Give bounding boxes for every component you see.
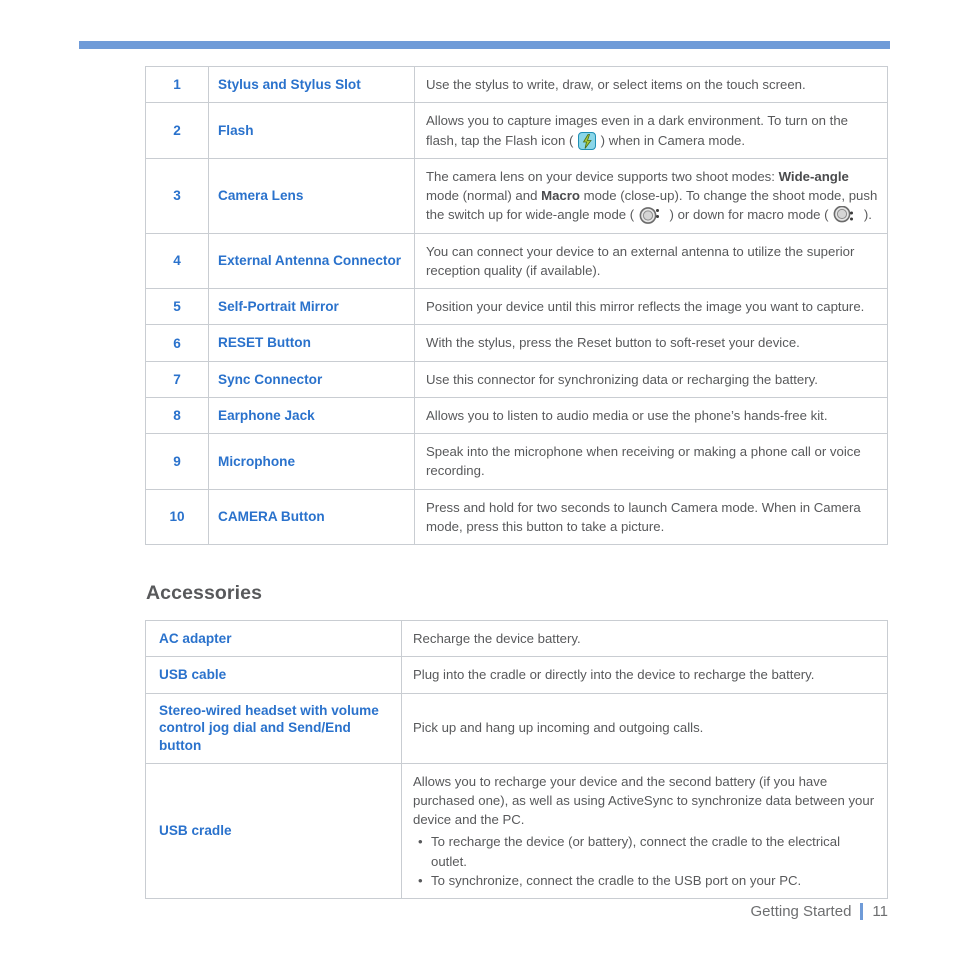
feature-description-text: mode (normal) and bbox=[426, 188, 542, 204]
feature-number: 1 bbox=[145, 65, 209, 104]
feature-emphasis: Macro bbox=[541, 188, 580, 204]
feature-name: Camera Lens bbox=[208, 157, 415, 234]
accessory-description: Recharge the device battery. bbox=[401, 619, 888, 658]
feature-number: 3 bbox=[145, 157, 209, 234]
feature-description: You can connect your device to an extern… bbox=[414, 232, 888, 290]
feature-description: Allows you to listen to audio media or u… bbox=[414, 396, 888, 435]
table-row: 10 CAMERA Button Press and hold for two … bbox=[145, 488, 888, 546]
accessory-name: USB cable bbox=[145, 656, 402, 694]
page-footer: Getting Started 11 bbox=[751, 903, 888, 920]
feature-description: With the stylus, press the Reset button … bbox=[414, 324, 888, 362]
manual-page: 1 Stylus and Stylus Slot Use the stylus … bbox=[0, 0, 954, 954]
table-row: AC adapter Recharge the device battery. bbox=[145, 619, 888, 658]
feature-name: Self-Portrait Mirror bbox=[208, 288, 415, 326]
feature-emphasis: Wide-angle bbox=[778, 168, 849, 184]
table-row: USB cable Plug into the cradle or direct… bbox=[145, 656, 888, 694]
feature-description: Speak into the microphone when receiving… bbox=[414, 433, 888, 490]
table-row: 9 Microphone Speak into the microphone w… bbox=[145, 433, 888, 490]
feature-description-text: ) when in Camera mode. bbox=[597, 132, 746, 148]
feature-description: Allows you to capture images even in a d… bbox=[414, 102, 888, 159]
feature-description-text: The camera lens on your device supports … bbox=[426, 168, 779, 184]
feature-name: CAMERA Button bbox=[208, 488, 415, 546]
device-features-table: 1 Stylus and Stylus Slot Use the stylus … bbox=[145, 65, 888, 546]
feature-description: Press and hold for two seconds to launch… bbox=[414, 488, 888, 546]
accessory-description: Plug into the cradle or directly into th… bbox=[401, 656, 888, 694]
header-accent-rule bbox=[79, 41, 890, 49]
feature-number: 6 bbox=[145, 324, 209, 362]
table-row: 2 Flash Allows you to capture images eve… bbox=[145, 102, 888, 159]
feature-name: Flash bbox=[208, 102, 415, 159]
feature-description: The camera lens on your device supports … bbox=[414, 157, 888, 234]
feature-description-text: ) or down for macro mode ( bbox=[665, 207, 833, 223]
feature-name: External Antenna Connector bbox=[208, 232, 415, 290]
feature-number: 4 bbox=[145, 232, 209, 290]
accessory-bullet-list: To recharge the device (or battery), con… bbox=[413, 832, 879, 890]
feature-number: 5 bbox=[145, 288, 209, 326]
accessories-table: AC adapter Recharge the device battery. … bbox=[145, 619, 888, 900]
feature-description-text: ). bbox=[860, 207, 872, 223]
feature-description: Position your device until this mirror r… bbox=[414, 288, 888, 326]
feature-description: Use the stylus to write, draw, or select… bbox=[414, 65, 888, 104]
feature-name: RESET Button bbox=[208, 324, 415, 362]
accessory-name: Stereo-wired headset with volume control… bbox=[145, 692, 402, 764]
macro-switch-icon bbox=[833, 205, 859, 224]
feature-name: Sync Connector bbox=[208, 360, 415, 398]
feature-number: 2 bbox=[145, 102, 209, 159]
footer-page-number: 11 bbox=[872, 903, 888, 920]
feature-number: 10 bbox=[145, 488, 209, 546]
table-row: 3 Camera Lens The camera lens on your de… bbox=[145, 157, 888, 234]
feature-description: Use this connector for synchronizing dat… bbox=[414, 360, 888, 398]
table-row: 8 Earphone Jack Allows you to listen to … bbox=[145, 396, 888, 435]
footer-chapter-label: Getting Started bbox=[750, 903, 852, 920]
table-row: USB cradle Allows you to recharge your d… bbox=[145, 762, 888, 900]
feature-number: 9 bbox=[145, 433, 209, 490]
flash-icon bbox=[578, 131, 596, 150]
footer-divider bbox=[860, 903, 864, 920]
table-row: 7 Sync Connector Use this connector for … bbox=[145, 360, 888, 398]
table-row: 5 Self-Portrait Mirror Position your dev… bbox=[145, 288, 888, 326]
feature-number: 8 bbox=[145, 396, 209, 435]
section-heading-accessories: Accessories bbox=[146, 582, 263, 604]
table-row: Stereo-wired headset with volume control… bbox=[145, 692, 888, 764]
wide-angle-switch-icon bbox=[639, 206, 665, 225]
table-row: 4 External Antenna Connector You can con… bbox=[145, 232, 888, 290]
feature-name: Stylus and Stylus Slot bbox=[208, 65, 415, 104]
accessory-description-text: Allows you to recharge your device and t… bbox=[413, 773, 875, 828]
accessory-name: AC adapter bbox=[145, 619, 402, 658]
table-row: 1 Stylus and Stylus Slot Use the stylus … bbox=[145, 65, 888, 104]
feature-name: Earphone Jack bbox=[208, 396, 415, 435]
list-item: To recharge the device (or battery), con… bbox=[413, 832, 879, 871]
table-row: 6 RESET Button With the stylus, press th… bbox=[145, 324, 888, 362]
accessory-name: USB cradle bbox=[145, 762, 402, 900]
feature-name: Microphone bbox=[208, 433, 415, 490]
accessory-description: Allows you to recharge your device and t… bbox=[401, 762, 888, 900]
list-item: To synchronize, connect the cradle to th… bbox=[413, 871, 879, 891]
feature-number: 7 bbox=[145, 360, 209, 398]
accessory-description: Pick up and hang up incoming and outgoin… bbox=[401, 692, 888, 764]
